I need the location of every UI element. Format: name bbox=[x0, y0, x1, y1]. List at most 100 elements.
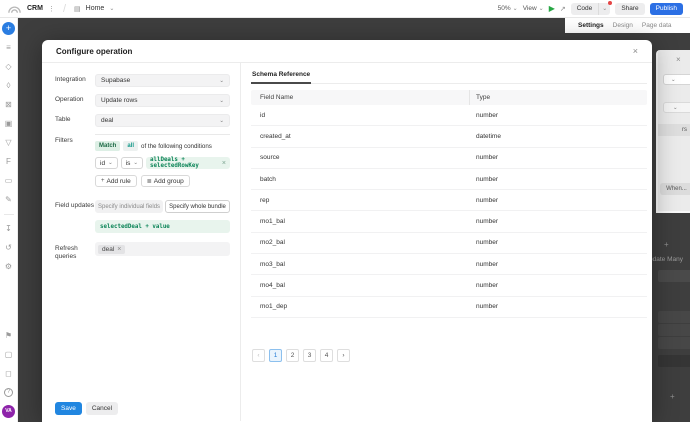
bundle-value-field[interactable]: selectedDeal + value bbox=[95, 220, 230, 233]
integration-select[interactable]: Supabase ⌄ bbox=[95, 74, 230, 87]
refresh-queries-field[interactable]: deal × bbox=[95, 242, 230, 256]
cancel-button[interactable]: Cancel bbox=[85, 402, 119, 415]
page-button-1[interactable]: 1 bbox=[269, 348, 282, 362]
page-prev-button[interactable]: ‹ bbox=[252, 348, 265, 362]
image-icon[interactable]: ▣ bbox=[5, 119, 13, 129]
match-pill[interactable]: Match bbox=[95, 141, 121, 151]
remove-condition-icon[interactable]: × bbox=[222, 160, 226, 167]
type-cell: number bbox=[476, 154, 499, 162]
code-button[interactable]: Code bbox=[570, 2, 600, 15]
dim-plus-icon: + bbox=[664, 240, 669, 249]
dim-row bbox=[658, 355, 690, 367]
specify-whole-bundle-button[interactable]: Specify whole bundle bbox=[165, 200, 230, 213]
type-cell: number bbox=[476, 282, 499, 290]
view-caret-icon: ⌄ bbox=[538, 5, 544, 12]
breadcrumb-separator: / bbox=[62, 2, 67, 15]
modal-body: Integration Supabase ⌄ Operation Update … bbox=[42, 63, 652, 421]
condition-operator-value: is bbox=[125, 159, 131, 167]
save-button[interactable]: Save bbox=[55, 402, 82, 415]
add-group-button[interactable]: ≣ Add group bbox=[140, 175, 190, 187]
schema-reference-tab[interactable]: Schema Reference bbox=[251, 64, 312, 84]
chat-icon[interactable]: ◻ bbox=[5, 369, 12, 379]
background-dropdown[interactable]: ⌄ bbox=[663, 102, 690, 113]
box-icon[interactable]: ▢ bbox=[5, 350, 13, 360]
publish-button[interactable]: Publish bbox=[649, 2, 683, 15]
filter-buttons: + Add rule ≣ Add group bbox=[95, 175, 230, 187]
page-next-button[interactable]: › bbox=[337, 348, 350, 362]
operation-select[interactable]: Update rows ⌄ bbox=[95, 94, 230, 107]
download-icon[interactable]: ↧ bbox=[5, 224, 12, 234]
plus-icon: + bbox=[101, 178, 105, 184]
page-caret-icon[interactable]: ⌄ bbox=[109, 6, 114, 12]
view-label: View bbox=[522, 5, 537, 12]
app-window: CRM ⋮ / ▤ Home ⌄ 50% ⌄ View ⌄ ▶ ↗ Code ⌄… bbox=[0, 0, 690, 422]
specify-individual-fields-button[interactable]: Specify individual fields bbox=[95, 200, 164, 213]
condition-value-tag[interactable]: allDeals + selectedRowKey × bbox=[145, 157, 230, 169]
view-menu[interactable]: View ⌄ bbox=[523, 5, 544, 12]
field-name-cell: batch bbox=[260, 175, 276, 183]
breadcrumb-page[interactable]: Home bbox=[86, 5, 105, 12]
operation-row: Operation Update rows ⌄ bbox=[55, 94, 230, 107]
refresh-queries-row: Refresh queries deal × bbox=[55, 242, 230, 261]
open-external-icon[interactable]: ↗ bbox=[560, 5, 566, 13]
type-cell: number bbox=[476, 218, 499, 226]
tab-page-data[interactable]: Page data bbox=[642, 22, 672, 29]
components-icon[interactable]: ⊠ bbox=[5, 100, 12, 110]
type-cell: number bbox=[476, 175, 499, 183]
modal-title: Configure operation bbox=[56, 46, 133, 56]
preview-play-icon[interactable]: ▶ bbox=[549, 4, 555, 13]
settings-gear-icon[interactable]: ⚙ bbox=[5, 262, 12, 272]
table-row: source number bbox=[251, 148, 647, 169]
caret-down-icon: ⌄ bbox=[671, 76, 676, 83]
condition-row: id ⌄ is ⌄ allDeals + selectedRowKey × bbox=[95, 157, 230, 169]
app-menu-icon[interactable]: ⋮ bbox=[48, 5, 55, 13]
app-name[interactable]: CRM bbox=[27, 5, 43, 12]
caret-down-icon: ⌄ bbox=[219, 97, 224, 104]
page-button-2[interactable]: 2 bbox=[286, 348, 299, 362]
zoom-level: 50% bbox=[497, 5, 511, 12]
flag-icon[interactable]: ⚑ bbox=[5, 331, 12, 341]
background-button-fragment[interactable]: rs bbox=[658, 124, 690, 136]
code-button-group: Code ⌄ bbox=[570, 0, 613, 15]
layers-icon[interactable]: ≡ bbox=[6, 43, 11, 53]
panel-close-icon[interactable]: × bbox=[676, 55, 681, 64]
table-select[interactable]: deal ⌄ bbox=[95, 114, 230, 127]
background-dropdown[interactable]: ⌄ bbox=[663, 74, 690, 85]
user-avatar[interactable]: VA bbox=[2, 405, 15, 418]
caret-down-icon: ⌄ bbox=[133, 160, 138, 166]
pagination: ‹ 1 2 3 4 › bbox=[251, 348, 647, 362]
field-name-column-header: Field Name bbox=[260, 94, 294, 101]
add-component-button[interactable]: + bbox=[2, 22, 15, 35]
frame-icon[interactable]: ▭ bbox=[5, 176, 13, 186]
text-tool-icon[interactable]: F bbox=[6, 157, 11, 167]
page-button-3[interactable]: 3 bbox=[303, 348, 316, 362]
tab-settings[interactable]: Settings bbox=[578, 22, 604, 29]
history-icon[interactable]: ↺ bbox=[5, 243, 12, 253]
sidebar-divider bbox=[3, 214, 14, 215]
type-cell: number bbox=[476, 303, 499, 311]
integration-value: Supabase bbox=[101, 77, 131, 84]
query-tag[interactable]: deal × bbox=[98, 244, 126, 254]
zoom-control[interactable]: 50% ⌄ bbox=[498, 5, 518, 12]
table-row: created_at datetime bbox=[251, 126, 647, 148]
dim-row bbox=[658, 270, 690, 282]
query-tag-label: deal bbox=[102, 245, 115, 253]
tab-design[interactable]: Design bbox=[613, 22, 633, 29]
diamond-icon[interactable]: ◇ bbox=[5, 62, 11, 72]
modal-close-icon[interactable]: × bbox=[633, 46, 638, 56]
droplet-icon[interactable]: ◊ bbox=[7, 81, 11, 91]
condition-field-select[interactable]: id ⌄ bbox=[95, 157, 118, 169]
match-mode-pill[interactable]: all bbox=[123, 141, 139, 151]
add-rule-button[interactable]: + Add rule bbox=[95, 175, 137, 187]
when-button[interactable]: When... bbox=[660, 183, 690, 195]
share-button[interactable]: Share bbox=[615, 2, 645, 15]
page-button-4[interactable]: 4 bbox=[320, 348, 333, 362]
filters-row: Filters Match all of the following condi… bbox=[55, 134, 230, 187]
pen-icon[interactable]: ✎ bbox=[5, 195, 12, 205]
shield-icon[interactable]: ▽ bbox=[5, 138, 11, 148]
remove-query-icon[interactable]: × bbox=[117, 246, 121, 253]
caret-down-icon: ⌄ bbox=[219, 117, 224, 124]
field-name-cell: source bbox=[260, 154, 280, 162]
help-icon[interactable]: ? bbox=[4, 388, 13, 397]
condition-operator-select[interactable]: is ⌄ bbox=[120, 157, 143, 169]
